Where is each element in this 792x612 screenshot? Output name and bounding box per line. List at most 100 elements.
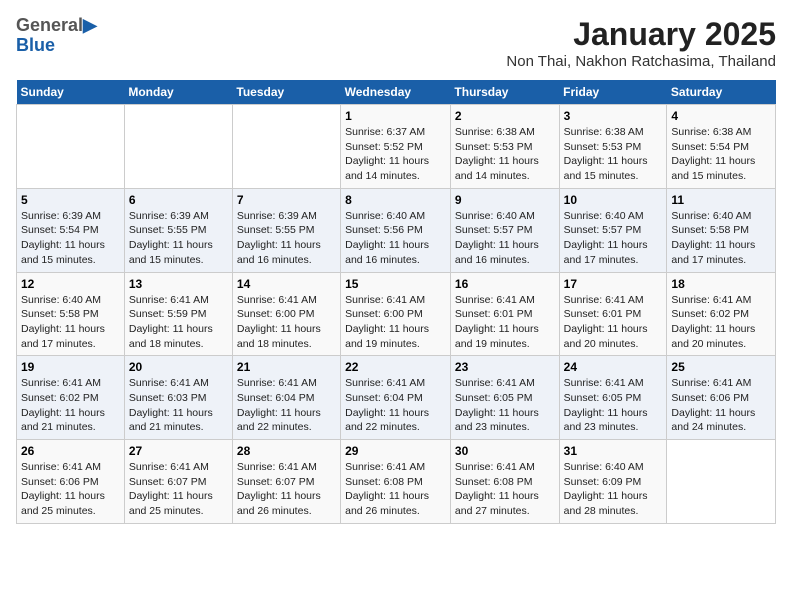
page-header: General▶ Blue January 2025 Non Thai, Nak… xyxy=(16,16,776,70)
calendar-cell: 1 Sunrise: 6:37 AMSunset: 5:52 PMDaylight… xyxy=(341,105,451,189)
day-info: Sunrise: 6:40 AMSunset: 6:09 PMDaylight:… xyxy=(564,460,663,519)
day-number: 7 xyxy=(237,193,336,207)
day-number: 5 xyxy=(21,193,120,207)
calendar-cell xyxy=(667,440,776,524)
day-info: Sunrise: 6:40 AMSunset: 5:58 PMDaylight:… xyxy=(21,293,120,352)
day-info: Sunrise: 6:41 AMSunset: 6:01 PMDaylight:… xyxy=(564,293,663,352)
day-number: 19 xyxy=(21,360,120,374)
calendar-week-row: 1 Sunrise: 6:37 AMSunset: 5:52 PMDaylight… xyxy=(17,105,776,189)
calendar-cell xyxy=(124,105,232,189)
calendar-cell: 19Sunrise: 6:41 AMSunset: 6:02 PMDayligh… xyxy=(17,356,125,440)
day-number: 27 xyxy=(129,444,228,458)
calendar-subtitle: Non Thai, Nakhon Ratchasima, Thailand xyxy=(506,53,776,70)
calendar-cell: 5 Sunrise: 6:39 AMSunset: 5:54 PMDaylight… xyxy=(17,188,125,272)
calendar-cell: 20Sunrise: 6:41 AMSunset: 6:03 PMDayligh… xyxy=(124,356,232,440)
calendar-week-row: 12Sunrise: 6:40 AMSunset: 5:58 PMDayligh… xyxy=(17,272,776,356)
day-info: Sunrise: 6:40 AMSunset: 5:57 PMDaylight:… xyxy=(455,209,555,268)
calendar-cell: 24Sunrise: 6:41 AMSunset: 6:05 PMDayligh… xyxy=(559,356,667,440)
calendar-cell: 30Sunrise: 6:41 AMSunset: 6:08 PMDayligh… xyxy=(450,440,559,524)
day-number: 17 xyxy=(564,277,663,291)
col-friday: Friday xyxy=(559,80,667,105)
calendar-cell: 18 Sunrise: 6:41 AMSunset: 6:02 PMDayligh… xyxy=(667,272,776,356)
calendar-title: January 2025 xyxy=(506,16,776,53)
day-number: 30 xyxy=(455,444,555,458)
calendar-week-row: 19Sunrise: 6:41 AMSunset: 6:02 PMDayligh… xyxy=(17,356,776,440)
calendar-cell: 4Sunrise: 6:38 AMSunset: 5:54 PMDaylight… xyxy=(667,105,776,189)
calendar-table: Sunday Monday Tuesday Wednesday Thursday… xyxy=(16,80,776,524)
day-number: 25 xyxy=(671,360,771,374)
day-number: 14 xyxy=(237,277,336,291)
day-number: 26 xyxy=(21,444,120,458)
col-saturday: Saturday xyxy=(667,80,776,105)
day-info: Sunrise: 6:41 AMSunset: 6:04 PMDaylight:… xyxy=(345,376,446,435)
days-of-week-row: Sunday Monday Tuesday Wednesday Thursday… xyxy=(17,80,776,105)
calendar-cell: 29 Sunrise: 6:41 AMSunset: 6:08 PMDayligh… xyxy=(341,440,451,524)
day-info: Sunrise: 6:41 AMSunset: 6:07 PMDaylight:… xyxy=(129,460,228,519)
day-info: Sunrise: 6:41 AMSunset: 6:01 PMDaylight:… xyxy=(455,293,555,352)
title-block: January 2025 Non Thai, Nakhon Ratchasima… xyxy=(506,16,776,70)
logo-triangle-icon: ▶ xyxy=(83,15,97,35)
calendar-cell: 26Sunrise: 6:41 AMSunset: 6:06 PMDayligh… xyxy=(17,440,125,524)
calendar-cell: 15 Sunrise: 6:41 AMSunset: 6:00 PMDayligh… xyxy=(341,272,451,356)
col-monday: Monday xyxy=(124,80,232,105)
day-info: Sunrise: 6:41 AMSunset: 6:00 PMDaylight:… xyxy=(345,293,446,352)
day-number: 8 xyxy=(345,193,446,207)
calendar-cell: 7Sunrise: 6:39 AMSunset: 5:55 PMDaylight… xyxy=(232,188,340,272)
calendar-header: Sunday Monday Tuesday Wednesday Thursday… xyxy=(17,80,776,105)
day-info: Sunrise: 6:41 AMSunset: 6:05 PMDaylight:… xyxy=(455,376,555,435)
day-number: 29 xyxy=(345,444,446,458)
day-info: Sunrise: 6:39 AMSunset: 5:55 PMDaylight:… xyxy=(129,209,228,268)
day-number: 9 xyxy=(455,193,555,207)
day-info: Sunrise: 6:39 AMSunset: 5:54 PMDaylight:… xyxy=(21,209,120,268)
logo-general-text: General xyxy=(16,15,83,35)
day-info: Sunrise: 6:38 AMSunset: 5:53 PMDaylight:… xyxy=(564,125,663,184)
calendar-cell: 13Sunrise: 6:41 AMSunset: 5:59 PMDayligh… xyxy=(124,272,232,356)
calendar-cell: 16 Sunrise: 6:41 AMSunset: 6:01 PMDayligh… xyxy=(450,272,559,356)
calendar-cell: 6Sunrise: 6:39 AMSunset: 5:55 PMDaylight… xyxy=(124,188,232,272)
calendar-cell: 14 Sunrise: 6:41 AMSunset: 6:00 PMDayligh… xyxy=(232,272,340,356)
col-wednesday: Wednesday xyxy=(341,80,451,105)
day-number: 15 xyxy=(345,277,446,291)
day-info: Sunrise: 6:41 AMSunset: 6:06 PMDaylight:… xyxy=(671,376,771,435)
day-info: Sunrise: 6:41 AMSunset: 6:04 PMDaylight:… xyxy=(237,376,336,435)
day-info: Sunrise: 6:38 AMSunset: 5:54 PMDaylight:… xyxy=(671,125,771,184)
calendar-cell xyxy=(17,105,125,189)
day-info: Sunrise: 6:37 AMSunset: 5:52 PMDaylight:… xyxy=(345,125,446,184)
day-number: 1 xyxy=(345,109,446,123)
day-number: 20 xyxy=(129,360,228,374)
calendar-cell: 11Sunrise: 6:40 AMSunset: 5:58 PMDayligh… xyxy=(667,188,776,272)
calendar-week-row: 5 Sunrise: 6:39 AMSunset: 5:54 PMDaylight… xyxy=(17,188,776,272)
calendar-cell: 28 Sunrise: 6:41 AMSunset: 6:07 PMDayligh… xyxy=(232,440,340,524)
calendar-cell: 8 Sunrise: 6:40 AMSunset: 5:56 PMDaylight… xyxy=(341,188,451,272)
day-info: Sunrise: 6:41 AMSunset: 6:00 PMDaylight:… xyxy=(237,293,336,352)
day-info: Sunrise: 6:40 AMSunset: 5:57 PMDaylight:… xyxy=(564,209,663,268)
logo-blue-text: Blue xyxy=(16,36,97,56)
day-number: 24 xyxy=(564,360,663,374)
calendar-body: 1 Sunrise: 6:37 AMSunset: 5:52 PMDaylight… xyxy=(17,105,776,524)
day-info: Sunrise: 6:38 AMSunset: 5:53 PMDaylight:… xyxy=(455,125,555,184)
day-number: 16 xyxy=(455,277,555,291)
day-info: Sunrise: 6:40 AMSunset: 5:56 PMDaylight:… xyxy=(345,209,446,268)
logo: General▶ Blue xyxy=(16,16,97,56)
calendar-cell: 9 Sunrise: 6:40 AMSunset: 5:57 PMDaylight… xyxy=(450,188,559,272)
day-number: 10 xyxy=(564,193,663,207)
day-info: Sunrise: 6:41 AMSunset: 6:08 PMDaylight:… xyxy=(345,460,446,519)
calendar-cell: 12Sunrise: 6:40 AMSunset: 5:58 PMDayligh… xyxy=(17,272,125,356)
day-number: 18 xyxy=(671,277,771,291)
calendar-cell: 3Sunrise: 6:38 AMSunset: 5:53 PMDaylight… xyxy=(559,105,667,189)
day-number: 13 xyxy=(129,277,228,291)
day-number: 28 xyxy=(237,444,336,458)
calendar-cell: 2 Sunrise: 6:38 AMSunset: 5:53 PMDaylight… xyxy=(450,105,559,189)
calendar-cell: 21Sunrise: 6:41 AMSunset: 6:04 PMDayligh… xyxy=(232,356,340,440)
day-number: 31 xyxy=(564,444,663,458)
day-number: 11 xyxy=(671,193,771,207)
calendar-cell: 25 Sunrise: 6:41 AMSunset: 6:06 PMDayligh… xyxy=(667,356,776,440)
col-thursday: Thursday xyxy=(450,80,559,105)
day-number: 2 xyxy=(455,109,555,123)
day-number: 22 xyxy=(345,360,446,374)
col-sunday: Sunday xyxy=(17,80,125,105)
calendar-cell: 27 Sunrise: 6:41 AMSunset: 6:07 PMDayligh… xyxy=(124,440,232,524)
day-info: Sunrise: 6:41 AMSunset: 6:07 PMDaylight:… xyxy=(237,460,336,519)
day-info: Sunrise: 6:41 AMSunset: 6:02 PMDaylight:… xyxy=(671,293,771,352)
calendar-week-row: 26Sunrise: 6:41 AMSunset: 6:06 PMDayligh… xyxy=(17,440,776,524)
